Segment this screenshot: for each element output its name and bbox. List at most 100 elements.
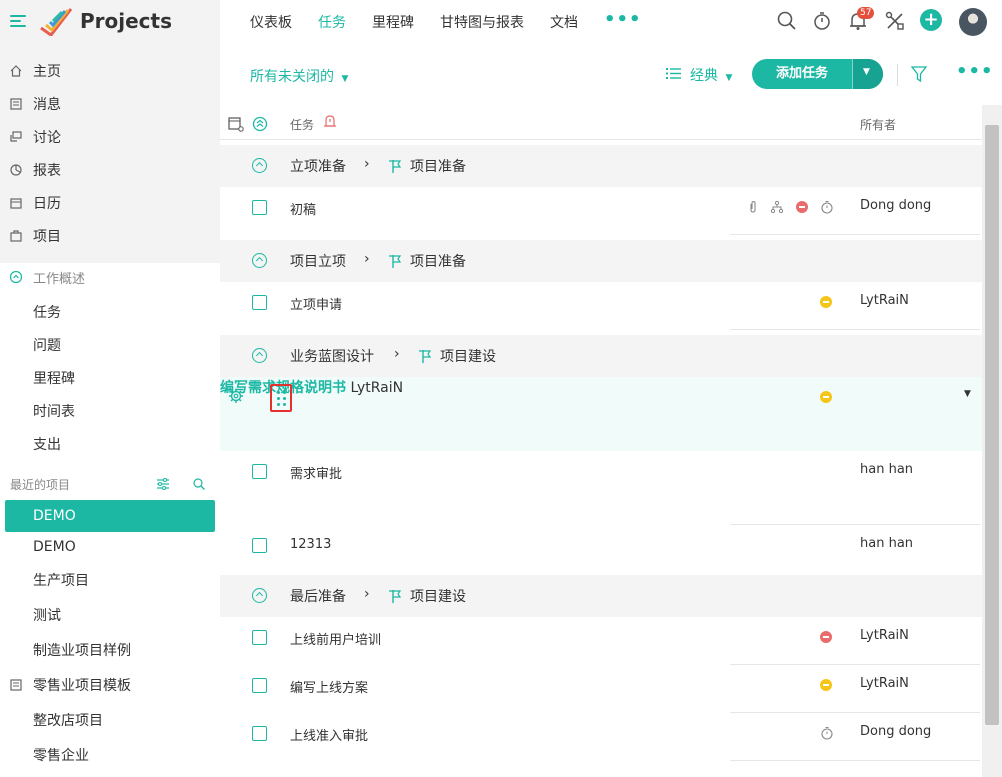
group-parent-milestone[interactable]: 项目建设 — [440, 346, 496, 366]
project-item[interactable]: 零售企业 — [5, 740, 215, 772]
sidebar-item-home[interactable]: 主页 — [0, 56, 220, 86]
add-task-menu-button[interactable]: ▼ — [852, 59, 883, 89]
task-group-row[interactable]: 最后准备 › 项目建设 — [220, 575, 982, 617]
collapse-group-icon[interactable] — [252, 253, 267, 268]
task-checkbox[interactable] — [252, 200, 267, 215]
chevron-down-icon: ▼ — [863, 67, 870, 77]
task-name[interactable]: 需求审批 — [290, 463, 342, 482]
task-owner[interactable]: Dong dong — [860, 198, 931, 213]
add-task-button[interactable]: 添加任务 ▼ — [752, 59, 883, 89]
column-header-task[interactable]: 任务 — [290, 116, 314, 133]
nav-milestones[interactable]: 里程碑 — [372, 12, 414, 32]
timer-icon[interactable] — [811, 10, 833, 32]
task-name[interactable]: 初稿 — [290, 199, 316, 218]
nav-tasks[interactable]: 任务 — [318, 12, 346, 32]
project-item[interactable]: DEMO — [5, 500, 215, 532]
project-item[interactable]: 整改店项目 — [5, 705, 215, 737]
attachment-icon[interactable] — [748, 200, 758, 214]
vertical-scrollbar[interactable] — [982, 105, 1002, 777]
task-checkbox[interactable] — [252, 295, 267, 310]
task-name[interactable]: 编写上线方案 — [290, 677, 368, 696]
collapse-group-icon[interactable] — [252, 158, 267, 173]
owner-dropdown-icon[interactable]: ▼ — [964, 389, 971, 399]
drag-handle-icon[interactable] — [270, 384, 292, 412]
table-row[interactable]: 12313 han han — [220, 525, 982, 573]
task-owner[interactable]: han han — [860, 536, 913, 551]
project-item[interactable]: DEMO — [5, 531, 215, 563]
sidebar-sub-timesheets[interactable]: 时间表 — [33, 401, 75, 421]
task-checkbox[interactable] — [252, 726, 267, 741]
task-owner[interactable]: Dong dong — [860, 724, 931, 739]
group-parent-milestone[interactable]: 项目准备 — [410, 251, 466, 271]
task-owner[interactable]: LytRaiN — [860, 628, 909, 643]
sidebar-item-messages[interactable]: 消息 — [0, 89, 220, 119]
sidebar-item-calendar[interactable]: 日历 — [0, 188, 220, 218]
nav-dashboard[interactable]: 仪表板 — [250, 12, 292, 32]
task-checkbox[interactable] — [252, 678, 267, 693]
task-name[interactable]: 上线前用户培训 — [290, 629, 381, 648]
search-icon[interactable] — [776, 10, 798, 32]
project-item[interactable]: 零售业项目模板 — [5, 670, 215, 702]
view-mode-dropdown[interactable]: 经典 ▼ — [666, 65, 732, 85]
sidebar-sub-milestones[interactable]: 里程碑 — [33, 368, 75, 388]
quick-add-button[interactable]: + — [920, 9, 942, 31]
sidebar-section-work-overview[interactable]: 工作概述 — [0, 262, 220, 292]
task-name[interactable]: 上线准入审批 — [290, 725, 368, 744]
group-parent-milestone[interactable]: 项目建设 — [410, 586, 466, 606]
subtask-icon[interactable] — [770, 200, 784, 214]
table-row[interactable]: 上线准入审批 Dong dong — [220, 713, 982, 761]
filter-settings-icon[interactable] — [156, 477, 170, 491]
collapse-all-icon[interactable] — [252, 116, 268, 132]
task-owner[interactable]: LytRaiN — [350, 380, 403, 396]
scrollbar-thumb[interactable] — [985, 125, 999, 725]
sidebar-item-reports[interactable]: 报表 — [0, 155, 220, 185]
filter-icon[interactable] — [910, 65, 928, 83]
table-row[interactable]: 上线前用户培训 LytRaiN — [220, 617, 982, 665]
nav-gantt-reports[interactable]: 甘特图与报表 — [440, 12, 524, 32]
more-options-icon[interactable]: ••• — [956, 61, 994, 82]
search-projects-icon[interactable] — [192, 477, 206, 491]
table-row-hovered[interactable]: 编写需求规格说明书 LytRaiN ▼ — [220, 377, 982, 451]
table-row[interactable]: 初稿 Dong dong — [220, 187, 982, 235]
alarm-icon[interactable] — [323, 113, 337, 129]
table-row[interactable]: 立项申请 LytRaiN — [220, 282, 982, 330]
task-group-row[interactable]: 业务蓝图设计 › 项目建设 — [220, 335, 982, 377]
table-row[interactable]: 需求审批 han han — [220, 451, 982, 525]
column-header-owner[interactable]: 所有者 — [860, 116, 896, 133]
task-checkbox[interactable] — [252, 538, 267, 553]
table-row[interactable]: 编写上线方案 LytRaiN — [220, 665, 982, 713]
collapse-group-icon[interactable] — [252, 348, 267, 363]
sidebar-sub-tasks[interactable]: 任务 — [33, 302, 61, 322]
hamburger-menu-icon[interactable] — [10, 13, 26, 29]
report-icon — [10, 164, 22, 176]
user-avatar[interactable] — [959, 8, 987, 36]
timer-icon[interactable] — [820, 200, 834, 214]
task-group-row[interactable]: 项目立项 › 项目准备 — [220, 240, 982, 282]
task-checkbox[interactable] — [252, 630, 267, 645]
column-settings-icon[interactable] — [228, 116, 244, 132]
work-overview-label: 工作概述 — [33, 271, 86, 287]
task-checkbox[interactable] — [252, 464, 267, 479]
task-name[interactable]: 立项申请 — [290, 294, 342, 313]
gear-icon[interactable] — [228, 388, 244, 404]
project-item[interactable]: 制造业项目样例 — [5, 635, 215, 667]
tools-icon[interactable] — [884, 10, 906, 32]
sidebar-item-projects[interactable]: 项目 — [0, 221, 220, 251]
view-mode-label: 经典 — [690, 68, 718, 84]
nav-more-button[interactable]: ••• — [604, 9, 642, 30]
sidebar-sub-expenses[interactable]: 支出 — [33, 434, 61, 454]
task-owner[interactable]: han han — [860, 462, 913, 477]
task-filter-dropdown[interactable]: 所有未关闭的 ▼ — [250, 66, 348, 86]
sidebar-item-discussions[interactable]: 讨论 — [0, 122, 220, 152]
project-item[interactable]: 生产项目 — [5, 565, 215, 597]
project-item[interactable]: 测试 — [5, 600, 215, 632]
task-owner[interactable]: LytRaiN — [860, 293, 909, 308]
task-name[interactable]: 12313 — [290, 537, 331, 552]
task-group-row[interactable]: 立项准备 › 项目准备 — [220, 145, 982, 187]
sidebar-sub-issues[interactable]: 问题 — [33, 335, 61, 355]
collapse-group-icon[interactable] — [252, 588, 267, 603]
group-parent-milestone[interactable]: 项目准备 — [410, 156, 466, 176]
nav-documents[interactable]: 文档 — [550, 12, 578, 32]
timer-icon[interactable] — [820, 726, 834, 740]
task-owner[interactable]: LytRaiN — [860, 676, 909, 691]
